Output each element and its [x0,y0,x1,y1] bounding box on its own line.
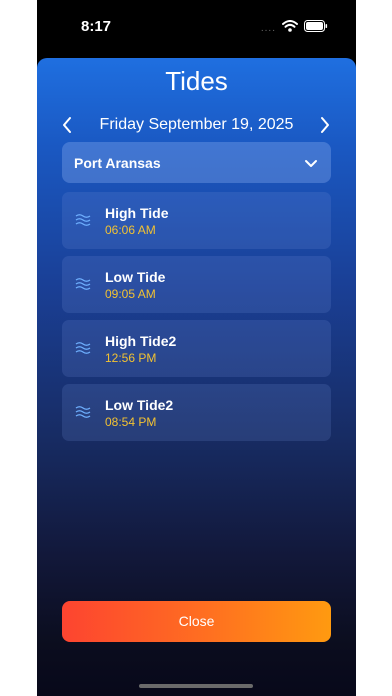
phone-screen: 8:17 .... Tides Friday September 19, 202… [37,0,356,696]
tide-name: High Tide2 [105,333,177,349]
status-bar: 8:17 .... [37,0,356,52]
tide-card: High Tide2 12:56 PM [62,320,331,377]
water-waves-icon [75,213,91,232]
chevron-down-icon [304,156,318,174]
tide-name: High Tide [105,205,169,221]
water-waves-icon [75,277,91,296]
location-dropdown[interactable]: Port Aransas [62,142,331,183]
next-day-button[interactable] [313,114,337,136]
tide-time: 09:05 AM [105,287,156,301]
date-navigation: Friday September 19, 2025 [37,114,356,136]
signal-dots-icon: .... [260,22,276,34]
tide-time: 12:56 PM [105,351,157,365]
date-label: Friday September 19, 2025 [99,116,294,133]
tide-name: Low Tide2 [105,397,174,413]
status-time: 8:17 [81,18,112,35]
tide-time: 08:54 PM [105,415,157,429]
tide-card: High Tide 06:06 AM [62,192,331,249]
location-selected: Port Aransas [74,155,161,171]
wifi-icon [282,19,298,37]
status-icons: .... [261,19,328,37]
tide-card: Low Tide 09:05 AM [62,256,331,313]
tide-card: Low Tide2 08:54 PM [62,384,331,441]
water-waves-icon [75,341,91,360]
water-waves-icon [75,405,91,424]
tides-sheet: Tides Friday September 19, 2025 Port Ara… [37,58,356,696]
tide-time: 06:06 AM [105,223,156,237]
page-title: Tides [165,66,228,96]
home-indicator[interactable] [139,684,253,688]
tide-name: Low Tide [105,269,166,285]
chevron-right-icon [321,117,329,133]
close-button[interactable]: Close [62,601,331,642]
battery-icon [304,19,328,37]
